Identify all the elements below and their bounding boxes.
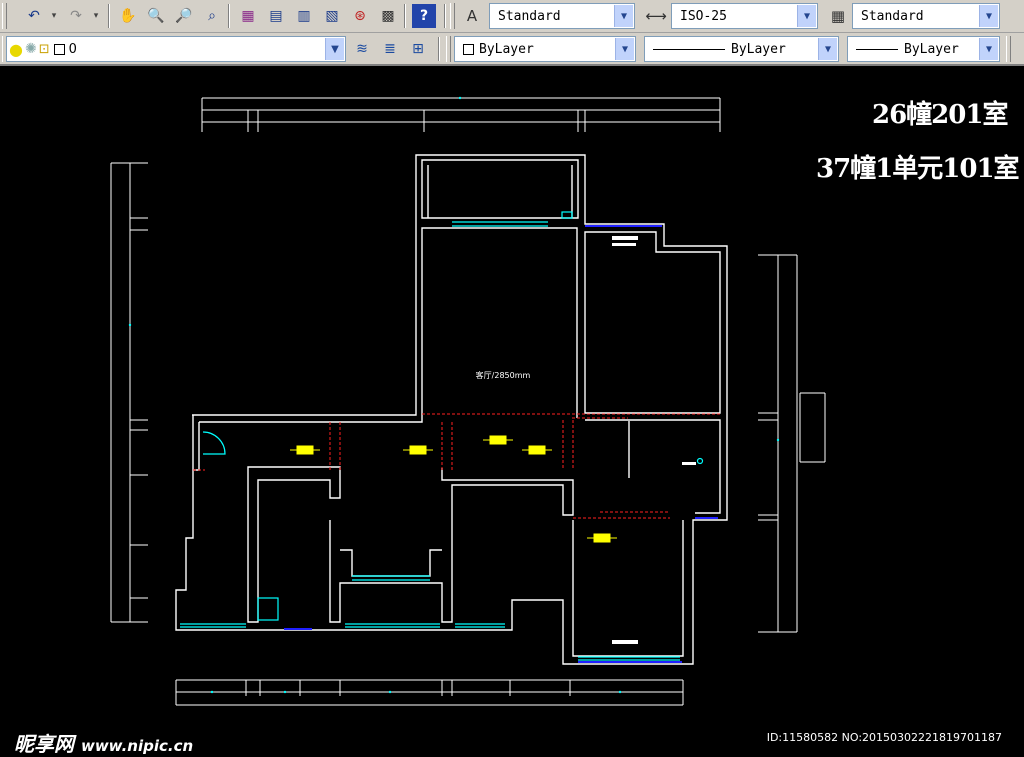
dimension-ticks — [128, 96, 780, 694]
dim-style-value: ISO-25 — [680, 8, 727, 24]
layers-toolbar: ● ✺ ⊡ 0 ▼ ≋ ≣ ⊞ ByLayer ▼ ByLayer ▼ ByLa… — [0, 33, 1024, 66]
undo-dropdown-icon[interactable]: ▾ — [46, 4, 62, 28]
chevron-down-icon[interactable]: ▼ — [325, 38, 344, 60]
watermark-id: ID:11580582 NO:20150302221819701187 — [766, 731, 1002, 744]
living-room-label: 客厅/2850mm — [476, 370, 531, 380]
dimension-lines — [110, 97, 826, 706]
text-style-select[interactable]: Standard ▼ — [489, 3, 635, 29]
title-line-2: 37幢1单元101室 — [816, 154, 1020, 184]
hidden-lines — [193, 413, 720, 519]
layer-value: 0 — [68, 41, 77, 57]
undo-icon[interactable]: ↶ — [22, 4, 46, 28]
layer-manager-icon[interactable]: ≣ — [378, 37, 402, 61]
bulb-icon: ● — [9, 39, 23, 59]
color-select[interactable]: ByLayer ▼ — [454, 36, 636, 62]
make-current-layer-icon[interactable]: ≋ — [350, 37, 374, 61]
title-line-1: 26幢201室 — [872, 100, 1008, 130]
redo-icon[interactable]: ↷ — [64, 4, 88, 28]
dim-style-icon: ⟷ — [645, 7, 667, 25]
zoom-realtime-icon[interactable]: 🔍 — [144, 4, 168, 28]
watermark-url: www.nipic.cn — [80, 737, 194, 755]
design-center-icon[interactable]: ▤ — [264, 4, 288, 28]
toolbar-grip[interactable] — [450, 3, 455, 29]
dim-style-select[interactable]: ISO-25 ▼ — [671, 3, 818, 29]
properties-icon[interactable]: ▦ — [236, 4, 260, 28]
toolbar-grip[interactable] — [446, 36, 451, 62]
sheet-set-icon[interactable]: ▧ — [320, 4, 344, 28]
standard-toolbar: ↶ ▾ ↷ ▾ ✋ 🔍 🔎 ⌕ ▦ ▤ ▥ ▧ ⊛ ▩ ? A Standard… — [0, 0, 1024, 33]
text-style-value: Standard — [498, 8, 561, 24]
text-style-icon: A — [466, 7, 478, 25]
lineweight-select[interactable]: ByLayer ▼ — [847, 36, 1000, 62]
color-value: ByLayer — [479, 41, 534, 57]
chevron-down-icon[interactable]: ▼ — [818, 38, 837, 60]
linetype-preview — [653, 48, 725, 50]
linetype-select[interactable]: ByLayer ▼ — [644, 36, 839, 62]
chevron-down-icon[interactable]: ▼ — [615, 38, 634, 60]
layer-previous-icon[interactable]: ⊞ — [406, 37, 430, 61]
zoom-window-icon[interactable]: 🔎 — [172, 4, 196, 28]
watermark-brand: 昵享网 www.nipic.cn — [14, 728, 193, 757]
color-swatch — [463, 43, 474, 55]
chevron-down-icon[interactable]: ▼ — [797, 5, 816, 27]
linetype-value: ByLayer — [731, 41, 786, 57]
markup-icon[interactable]: ⊛ — [348, 4, 372, 28]
chevron-down-icon[interactable]: ▼ — [979, 38, 998, 60]
table-style-value: Standard — [861, 8, 924, 24]
freeze-icon: ✺ — [24, 41, 37, 57]
lineweight-value: ByLayer — [904, 41, 959, 57]
ceiling-lights — [290, 435, 617, 543]
walls — [175, 154, 728, 665]
pan-icon[interactable]: ✋ — [116, 4, 140, 28]
tool-palettes-icon[interactable]: ▥ — [292, 4, 316, 28]
watermark-brand-text: 昵享网 — [14, 732, 74, 756]
lock-icon: ⊡ — [38, 41, 50, 57]
zoom-previous-icon[interactable]: ⌕ — [200, 4, 224, 28]
table-style-icon: ▦ — [830, 7, 846, 25]
lineweight-preview — [856, 48, 898, 50]
chevron-down-icon[interactable]: ▼ — [979, 5, 998, 27]
layer-select[interactable]: ● ✺ ⊡ 0 ▼ — [6, 36, 346, 62]
calculator-icon[interactable]: ▩ — [376, 4, 400, 28]
toolbar-grip[interactable] — [1006, 36, 1011, 62]
chevron-down-icon[interactable]: ▼ — [614, 5, 633, 27]
table-style-select[interactable]: Standard ▼ — [852, 3, 1000, 29]
toolbar-grip[interactable] — [2, 3, 7, 29]
redo-dropdown-icon[interactable]: ▾ — [88, 4, 104, 28]
help-icon[interactable]: ? — [412, 4, 436, 28]
layer-color-swatch — [53, 43, 65, 55]
